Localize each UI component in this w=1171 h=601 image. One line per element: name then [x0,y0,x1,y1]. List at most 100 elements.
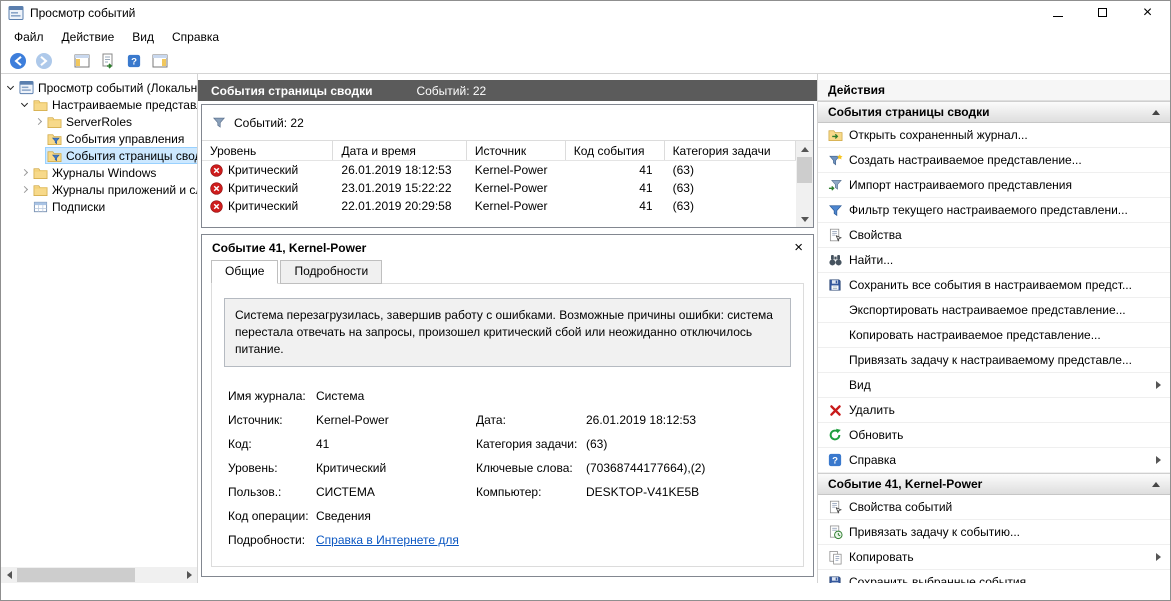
detail-field: Код: 41 Категория задачи: (63) [228,437,608,451]
action-item[interactable]: Создать настраиваемое представление... [818,148,1170,173]
app-icon [19,80,34,95]
online-help-link[interactable]: Справка в Интернете для [316,533,459,547]
detail-tab-1[interactable]: Подробности [280,260,383,284]
chevron-down-icon[interactable] [4,86,17,89]
forward-arrow-icon [35,52,53,70]
action-item[interactable]: Сохранить все события в настраиваемом пр… [818,273,1170,298]
action-pane-icon [152,53,168,69]
scroll-up-button[interactable] [797,141,813,157]
minimize-button[interactable] [1035,1,1080,25]
action-pane-toggle-button[interactable] [148,50,171,72]
action-item[interactable]: Обновить [818,423,1170,448]
event-row[interactable]: Критический 23.01.2019 15:22:22 Kernel-Pow… [202,179,796,197]
detail-tab-0[interactable]: Общие [211,260,279,284]
action-item[interactable]: Копировать настраиваемое представление..… [818,323,1170,348]
detail-fields: Имя журнала: Система Источник: Kernel-Power… [224,384,791,552]
export-list-button[interactable] [96,50,119,72]
chevron-right-icon[interactable] [18,170,31,175]
tree-item-3[interactable]: События управления [1,130,197,147]
tree-item-1[interactable]: Настраиваемые представле [1,96,197,113]
collapse-up-icon[interactable] [1152,481,1160,487]
action-item[interactable]: Открыть сохраненный журнал... [818,123,1170,148]
critical-icon [210,163,223,177]
scrollbar-track[interactable] [17,567,181,583]
action-item[interactable]: Свойства [818,223,1170,248]
detail-field: Подробности: Справка в Интернете для [228,533,459,547]
table-vertical-scrollbar[interactable] [796,141,813,227]
results-pane-count: Событий: 22 [416,83,487,98]
menu-file[interactable]: Файл [5,27,53,47]
action-item[interactable]: Экспортировать настраиваемое представлен… [818,298,1170,323]
forward-button[interactable] [32,50,55,72]
delete-icon [827,404,843,417]
back-button[interactable] [6,50,29,72]
action-item[interactable]: Вид [818,373,1170,398]
scrollbar-thumb[interactable] [17,568,135,582]
scroll-left-button[interactable] [1,567,17,583]
column-header[interactable]: Источник [467,141,566,160]
column-header[interactable]: Дата и время [333,141,467,160]
action-item[interactable]: Найти... [818,248,1170,273]
preview-close-button[interactable]: × [794,240,803,255]
chevron-right-icon[interactable] [18,187,31,192]
menu-action[interactable]: Действие [53,27,124,47]
event-row[interactable]: Критический 22.01.2019 20:29:58 Kernel-Pow… [202,197,796,215]
chevron-down-icon[interactable] [18,103,31,106]
scroll-right-button[interactable] [181,567,197,583]
svg-text:?: ? [832,456,838,467]
action-item[interactable]: Привязать задачу к настраиваемому предст… [818,348,1170,373]
folder-icon [33,98,48,112]
scrollbar-thumb[interactable] [797,157,812,183]
column-header[interactable]: Категория задачи [665,141,796,160]
action-item[interactable]: Импорт настраиваемого представления [818,173,1170,198]
tree-item-2[interactable]: ServerRoles [1,113,197,130]
action-item[interactable]: Фильтр текущего настраиваемого представл… [818,198,1170,223]
maximize-icon [1098,6,1107,20]
general-tab-content: Система перезагрузилась, завершив работу… [211,283,804,567]
scroll-down-button[interactable] [797,211,813,227]
action-item[interactable]: Сохранить выбранные события [818,570,1170,583]
menu-view[interactable]: Вид [123,27,163,47]
console-tree-icon [74,53,90,69]
scroll-up-icon [800,146,809,152]
collapse-up-icon[interactable] [1152,109,1160,115]
action-section-header[interactable]: Событие 41, Kernel-Power [818,473,1170,495]
maximize-button[interactable] [1080,1,1125,25]
custom-view-icon [47,132,62,146]
tree-item-6[interactable]: Журналы приложений и сл [1,181,197,198]
tree-item-0[interactable]: Просмотр событий (Локальн [1,79,197,96]
event-row[interactable]: Критический 26.01.2019 18:12:53 Kernel-Pow… [202,161,796,179]
help-button[interactable]: ? [122,50,145,72]
folder-icon [47,115,62,129]
task-icon [827,525,843,540]
window-controls: × [1035,1,1170,25]
submenu-arrow-icon [1156,553,1161,561]
action-item[interactable]: ? Справка [818,448,1170,473]
events-pane: Событий: 22 Уровень Дата и время Источник К… [201,104,814,228]
scrollbar-track[interactable] [796,157,813,211]
tree-item-5[interactable]: Журналы Windows [1,164,197,181]
close-button[interactable]: × [1125,1,1170,25]
console-tree-toggle-button[interactable] [70,50,93,72]
action-section-header[interactable]: События страницы сводки [818,101,1170,123]
column-header[interactable]: Код события [566,141,665,160]
help-icon: ? [827,453,843,467]
detail-field: Уровень: Критический Ключевые слова: (70368… [228,461,706,475]
tree-item-4[interactable]: События страницы свод [1,147,197,164]
menu-help[interactable]: Справка [163,27,228,47]
preview-pane-title: Событие 41, Kernel-Power [212,240,367,255]
minimize-icon [1052,6,1063,20]
tree-horizontal-scrollbar[interactable] [1,567,197,583]
chevron-right-icon[interactable] [32,119,45,124]
event-viewer-app-icon [8,5,24,21]
submenu-arrow-icon [1156,456,1161,464]
detail-field: Имя журнала: Система [228,389,365,403]
action-item[interactable]: Привязать задачу к событию... [818,520,1170,545]
tree-item-7[interactable]: Подписки [1,198,197,215]
action-item[interactable]: Свойства событий [818,495,1170,520]
center-panel: События страницы сводки Событий: 22 Собы… [198,74,817,583]
action-item[interactable]: Удалить [818,398,1170,423]
column-header[interactable]: Уровень [202,141,334,160]
actions-panel: Действия События страницы сводки Открыть … [817,74,1170,583]
action-item[interactable]: Копировать [818,545,1170,570]
